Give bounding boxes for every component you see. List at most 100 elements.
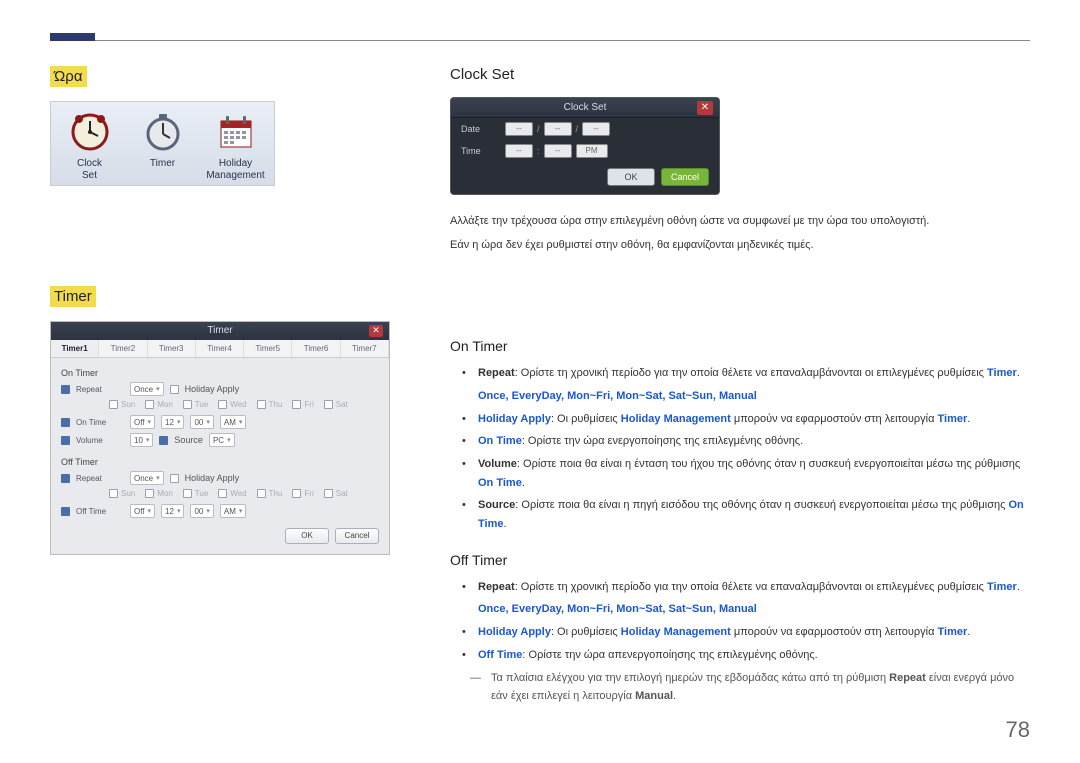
fn-pre: Τα πλαίσια ελέγχου για την επιλογή ημερώ… — [491, 672, 889, 684]
holiday-option[interactable]: HolidayManagement — [201, 108, 270, 181]
ampm-value: AM — [224, 416, 236, 429]
options-text: Once, EveryDay, Mon~Fri, Mon~Sat, Sat~Su… — [478, 603, 757, 615]
day-thu: Thu — [269, 400, 283, 409]
day-check[interactable] — [218, 489, 227, 498]
list-item: Holiday Apply: Οι ρυθμίσεις Holiday Mana… — [470, 410, 1030, 429]
tab-timer1[interactable]: Timer1 — [51, 340, 99, 357]
day-check[interactable] — [257, 489, 266, 498]
offtime-ampm[interactable]: AM▾ — [220, 504, 247, 518]
tab-timer6[interactable]: Timer6 — [292, 340, 340, 357]
day-check[interactable] — [257, 400, 266, 409]
day-fri: Fri — [304, 400, 313, 409]
tab-timer2[interactable]: Timer2 — [99, 340, 147, 357]
off-repeat-row: Repeat Once▾ Holiday Apply — [61, 469, 379, 487]
ontime-onoff[interactable]: Off▾ — [130, 415, 155, 429]
li-text: μπορούν να εφαρμοστούν στη λειτουργία — [731, 413, 938, 425]
timer-tabs: Timer1 Timer2 Timer3 Timer4 Timer5 Timer… — [51, 340, 389, 358]
volume-select[interactable]: 10▾ — [130, 433, 153, 447]
clock-set-option[interactable]: ClockSet — [55, 108, 124, 181]
time-field[interactable]: -- — [544, 144, 572, 158]
date-field[interactable]: -- — [582, 122, 610, 136]
list-item: On Time: Ορίστε την ώρα ενεργοποίησης τη… — [470, 432, 1030, 451]
li-text: : Ορίστε τη χρονική περίοδο για την οποί… — [515, 581, 987, 593]
offtime-label: Off Time — [76, 507, 124, 516]
day-check[interactable] — [292, 489, 301, 498]
date-field[interactable]: -- — [505, 122, 533, 136]
on-timer-list: Repeat: Ορίστε τη χρονική περίοδο για τη… — [450, 364, 1030, 383]
day-check[interactable] — [145, 489, 154, 498]
days-row-2: Sun Mon Tue Wed Thu Fri Sat — [61, 487, 379, 502]
timer-option[interactable]: Timer — [128, 108, 197, 181]
day-check[interactable] — [183, 400, 192, 409]
volume-check[interactable] — [61, 436, 70, 445]
repeat-select[interactable]: Once▾ — [130, 382, 164, 396]
cancel-button[interactable]: Cancel — [335, 528, 379, 544]
day-check[interactable] — [109, 400, 118, 409]
off-holiday-check[interactable] — [170, 474, 179, 483]
clockset-p1: Αλλάξτε την τρέχουσα ώρα στην επιλεγμένη… — [450, 213, 1030, 231]
clockset-title-text: Clock Set — [564, 102, 607, 113]
close-icon[interactable]: ✕ — [697, 101, 713, 115]
ontime-min[interactable]: 00▾ — [190, 415, 213, 429]
date-field[interactable]: -- — [544, 122, 572, 136]
days-row-1: Sun Mon Tue Wed Thu Fri Sat — [61, 398, 379, 413]
tab-timer7[interactable]: Timer7 — [341, 340, 389, 357]
tab-timer3[interactable]: Timer3 — [148, 340, 196, 357]
off-repeat-select[interactable]: Once▾ — [130, 471, 164, 485]
day-tue: Tue — [195, 489, 209, 498]
kw-timer: Timer — [938, 626, 968, 638]
chevron-down-icon: ▾ — [206, 416, 210, 429]
day-check[interactable] — [324, 400, 333, 409]
clockset-panel: Clock Set ✕ Date -- / -- / -- Time -- : … — [450, 97, 720, 195]
ok-button[interactable]: OK — [607, 168, 655, 186]
time-icons-panel: ClockSet Timer — [50, 101, 275, 186]
offtime-hour[interactable]: 12▾ — [161, 504, 184, 518]
day-sat: Sat — [336, 400, 348, 409]
tab-timer5[interactable]: Timer5 — [244, 340, 292, 357]
clockset-heading: Clock Set — [450, 66, 1030, 83]
page-number: 78 — [1006, 717, 1030, 743]
day-check[interactable] — [292, 400, 301, 409]
time-field[interactable]: -- — [505, 144, 533, 158]
timer-body: On Timer Repeat Once▾ Holiday Apply Sun … — [51, 358, 389, 554]
chevron-down-icon: ▾ — [239, 505, 243, 518]
list-item: Volume: Ορίστε ποια θα είναι η ένταση το… — [470, 455, 1030, 492]
day-check[interactable] — [145, 400, 154, 409]
offtime-check[interactable] — [61, 507, 70, 516]
hour-value: 12 — [165, 416, 174, 429]
holiday-label: HolidayManagement — [201, 158, 270, 181]
day-check[interactable] — [324, 489, 333, 498]
clockset-p2: Εάν η ώρα δεν έχει ρυθμιστεί στην οθόνη,… — [450, 237, 1030, 255]
ontime-hour[interactable]: 12▾ — [161, 415, 184, 429]
tab-timer4[interactable]: Timer4 — [196, 340, 244, 357]
kw-repeat: Repeat — [478, 581, 515, 593]
ok-button[interactable]: OK — [285, 528, 329, 544]
chevron-down-icon: ▾ — [148, 505, 152, 518]
offtime-onoff[interactable]: Off▾ — [130, 504, 155, 518]
source-check[interactable] — [159, 436, 168, 445]
close-icon[interactable]: ✕ — [369, 325, 383, 337]
offtime-min[interactable]: 00▾ — [190, 504, 213, 518]
holiday-apply-check[interactable] — [170, 385, 179, 394]
day-sun: Sun — [121, 400, 135, 409]
volume-value: 10 — [134, 434, 143, 447]
day-check[interactable] — [218, 400, 227, 409]
li-text: μπορούν να εφαρμοστούν στη λειτουργία — [731, 626, 938, 638]
day-check[interactable] — [183, 489, 192, 498]
repeat-check[interactable] — [61, 385, 70, 394]
kw-timer: Timer — [987, 367, 1017, 379]
cancel-button[interactable]: Cancel — [661, 168, 709, 186]
ontime-check[interactable] — [61, 418, 70, 427]
source-select[interactable]: PC▾ — [209, 433, 235, 447]
timer-panel-title: Timer ✕ — [51, 322, 389, 340]
on-timer-heading: On Timer — [450, 338, 1030, 354]
kw-timer: Timer — [987, 581, 1017, 593]
day-check[interactable] — [109, 489, 118, 498]
chevron-down-icon: ▾ — [146, 434, 150, 447]
ontime-ampm[interactable]: AM▾ — [220, 415, 247, 429]
list-item: Source: Ορίστε ποια θα είναι η πηγή εισό… — [470, 496, 1030, 533]
off-repeat-check[interactable] — [61, 474, 70, 483]
list-item: Repeat: Ορίστε τη χρονική περίοδο για τη… — [470, 578, 1030, 597]
min-value: 00 — [194, 416, 203, 429]
ampm-field[interactable]: PM — [576, 144, 608, 158]
